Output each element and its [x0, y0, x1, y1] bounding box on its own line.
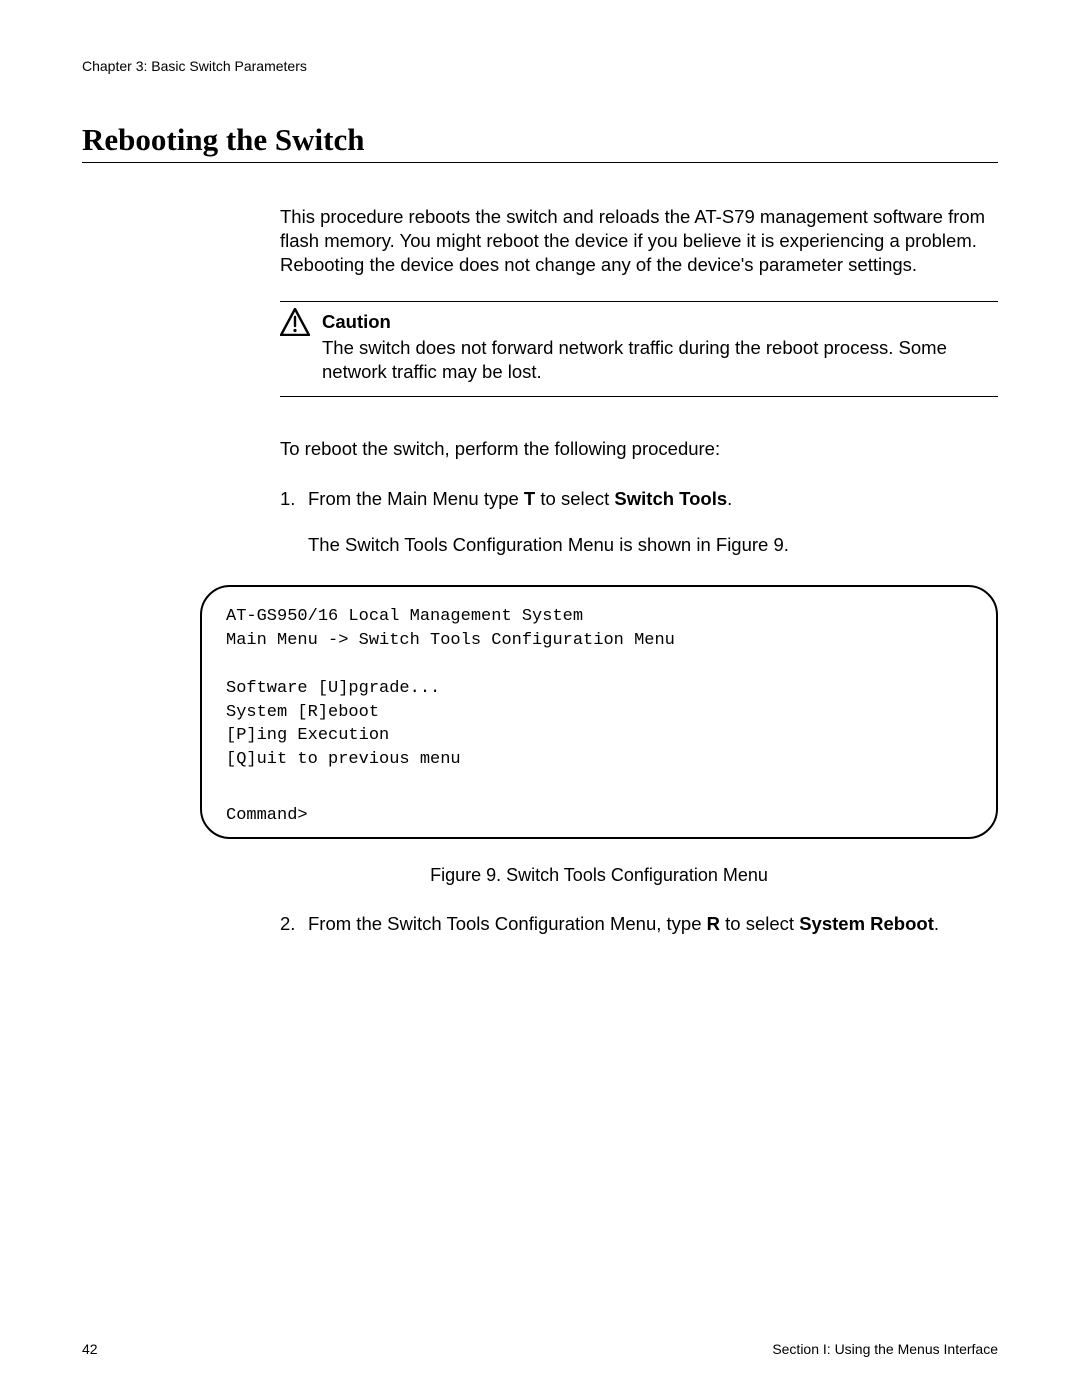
- command-prompt: Command>: [226, 804, 308, 828]
- terminal-line: [Q]uit to previous menu: [226, 748, 972, 772]
- step-number: 2.: [280, 912, 295, 936]
- step-1-sub: The Switch Tools Configuration Menu is s…: [308, 533, 998, 557]
- caution-title: Caution: [322, 310, 998, 334]
- terminal-line: AT-GS950/16 Local Management System: [226, 605, 972, 629]
- intro-paragraph: This procedure reboots the switch and re…: [280, 205, 998, 277]
- step-number: 1.: [280, 487, 295, 511]
- step-2-text: From the Switch Tools Configuration Menu…: [308, 913, 939, 934]
- chapter-header: Chapter 3: Basic Switch Parameters: [82, 58, 998, 74]
- terminal-line: [P]ing Execution: [226, 724, 972, 748]
- terminal-blank: [226, 653, 972, 677]
- caution-text: The switch does not forward network traf…: [322, 336, 998, 384]
- step-1-text: From the Main Menu type T to select Swit…: [308, 488, 732, 509]
- page-heading: Rebooting the Switch: [82, 122, 998, 163]
- caution-box: Caution The switch does not forward netw…: [280, 301, 998, 397]
- terminal-line: System [R]eboot: [226, 701, 972, 725]
- procedure-intro: To reboot the switch, perform the follow…: [280, 437, 998, 461]
- warning-icon: [280, 308, 310, 336]
- step-2: 2. From the Switch Tools Configuration M…: [280, 912, 998, 936]
- terminal-line: Software [U]pgrade...: [226, 677, 972, 701]
- terminal-screen: AT-GS950/16 Local Management System Main…: [200, 585, 998, 839]
- terminal-line: Main Menu -> Switch Tools Configuration …: [226, 629, 972, 653]
- step-1: 1. From the Main Menu type T to select S…: [280, 487, 998, 557]
- page-number: 42: [82, 1341, 98, 1357]
- footer: 42 Section I: Using the Menus Interface: [82, 1341, 998, 1357]
- section-label: Section I: Using the Menus Interface: [772, 1341, 998, 1357]
- figure-caption: Figure 9. Switch Tools Configuration Men…: [200, 865, 998, 886]
